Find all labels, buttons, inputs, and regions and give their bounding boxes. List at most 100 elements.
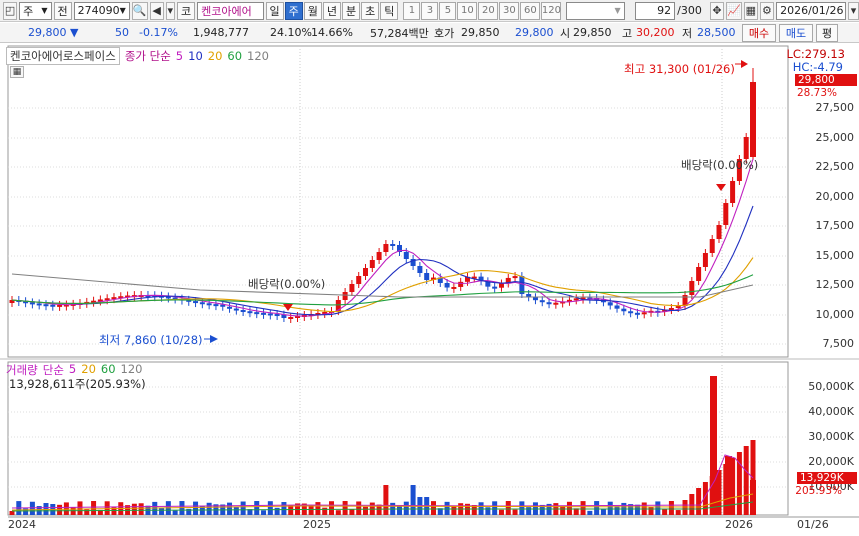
candle-body <box>247 311 253 314</box>
volume-bar <box>396 506 402 515</box>
volume-bar <box>600 508 606 515</box>
candle-body <box>349 284 355 292</box>
candle-body <box>383 244 389 252</box>
volume-bar <box>77 501 83 515</box>
candle-body <box>716 225 722 239</box>
volume-bar <box>288 505 294 515</box>
price-tick-label: 7,500 <box>822 337 855 350</box>
ma20-label: 20 <box>207 49 223 63</box>
volume-bar <box>329 501 335 515</box>
candle-body <box>390 244 396 246</box>
volume-bar <box>91 501 97 515</box>
volume-bar <box>315 502 321 515</box>
candle-body <box>267 313 273 316</box>
volume-bar <box>566 501 572 515</box>
candle-body <box>743 137 749 159</box>
volume-bar <box>451 505 457 515</box>
price-tick-label: 10,000 <box>815 308 855 321</box>
ma120-label: 120 <box>247 49 269 63</box>
current-price-tag: 29,800 <box>795 74 857 86</box>
candle-body <box>621 308 627 312</box>
candle-body <box>50 304 56 307</box>
stock-chart[interactable] <box>0 0 859 536</box>
volume-bar <box>580 501 586 515</box>
volume-bar <box>131 503 137 515</box>
candle-body <box>723 203 729 225</box>
volume-bar <box>492 501 498 515</box>
volume-bar <box>281 502 287 515</box>
volume-bar <box>254 501 260 515</box>
candle-body <box>553 302 559 305</box>
candle-body <box>424 273 430 280</box>
volume-pct-tag: 205.93% <box>795 485 842 497</box>
volume-bar <box>410 485 416 515</box>
price-tick-label: 20,000 <box>815 190 855 203</box>
volume-bar <box>587 510 593 515</box>
volume-bar <box>560 505 566 515</box>
candle-body <box>274 314 280 317</box>
grid-icon[interactable]: ▦ <box>10 66 24 78</box>
x-label-2024: 2024 <box>8 518 36 531</box>
volume-bar <box>607 501 613 515</box>
price-tick-label: 27,500 <box>815 101 855 114</box>
price-tick-label: 25,000 <box>815 131 855 144</box>
candle-body <box>43 304 49 307</box>
volume-bar <box>63 502 69 515</box>
candle-body <box>696 267 702 281</box>
volume-tick-label: 50,000K <box>808 380 854 393</box>
ma60-label: 60 <box>227 49 243 63</box>
volume-bar <box>274 507 280 515</box>
price-tick-label: 17,500 <box>815 219 855 232</box>
volume-bar <box>668 501 674 515</box>
volume-bar <box>743 446 749 515</box>
stock-full-name: 켄코아에어로스페이스 <box>6 47 120 65</box>
candle-body <box>369 260 375 268</box>
dividend-marker-icon <box>716 184 726 191</box>
volume-tick-label: 20,000K <box>808 455 854 468</box>
candle-body <box>29 302 35 305</box>
volume-bar <box>138 503 144 515</box>
volume-bar <box>710 376 717 515</box>
candle-body <box>702 253 708 267</box>
candle-body <box>668 308 674 310</box>
volume-bar <box>444 501 450 515</box>
volume-bar <box>519 501 525 515</box>
candle-body <box>444 283 450 288</box>
vma5-line <box>11 454 754 509</box>
candle-body <box>199 302 205 305</box>
volume-bar <box>159 508 165 515</box>
volume-bar <box>9 511 15 515</box>
volume-bar <box>261 510 267 515</box>
volume-bar <box>689 494 695 515</box>
candle-body <box>689 281 695 295</box>
volume-tick-label: 40,000K <box>808 405 854 418</box>
volume-bar <box>682 500 688 515</box>
volume-bar <box>696 488 702 515</box>
volume-bar <box>675 510 681 515</box>
candle-body <box>709 239 715 253</box>
dividend-label-2: 배당락(0.00%) <box>681 158 759 172</box>
volume-bar <box>485 507 491 515</box>
volume-bar <box>308 505 314 515</box>
x-label-2025: 2025 <box>303 518 331 531</box>
volume-bar <box>662 509 668 515</box>
volume-bar <box>498 509 504 515</box>
x-label-2026: 2026 <box>725 518 753 531</box>
hc-label: HC:-4.79 <box>792 60 843 74</box>
candle-body <box>417 266 423 273</box>
price-legend: 켄코아에어로스페이스 종가 단순 5 10 20 60 120 <box>6 47 269 65</box>
volume-bar <box>725 456 732 515</box>
candle-body <box>213 304 219 307</box>
volume-bar <box>193 501 199 515</box>
volume-bar <box>206 502 212 515</box>
volume-bar <box>430 501 436 515</box>
candle-body <box>641 312 647 315</box>
volume-bar <box>104 501 110 515</box>
ma10-label: 10 <box>188 49 203 63</box>
candle-body <box>363 268 369 276</box>
volume-bar <box>512 509 518 515</box>
candle-body <box>57 304 63 307</box>
volume-bar <box>363 506 369 515</box>
candle-body <box>614 305 620 309</box>
candle-body <box>233 308 239 311</box>
